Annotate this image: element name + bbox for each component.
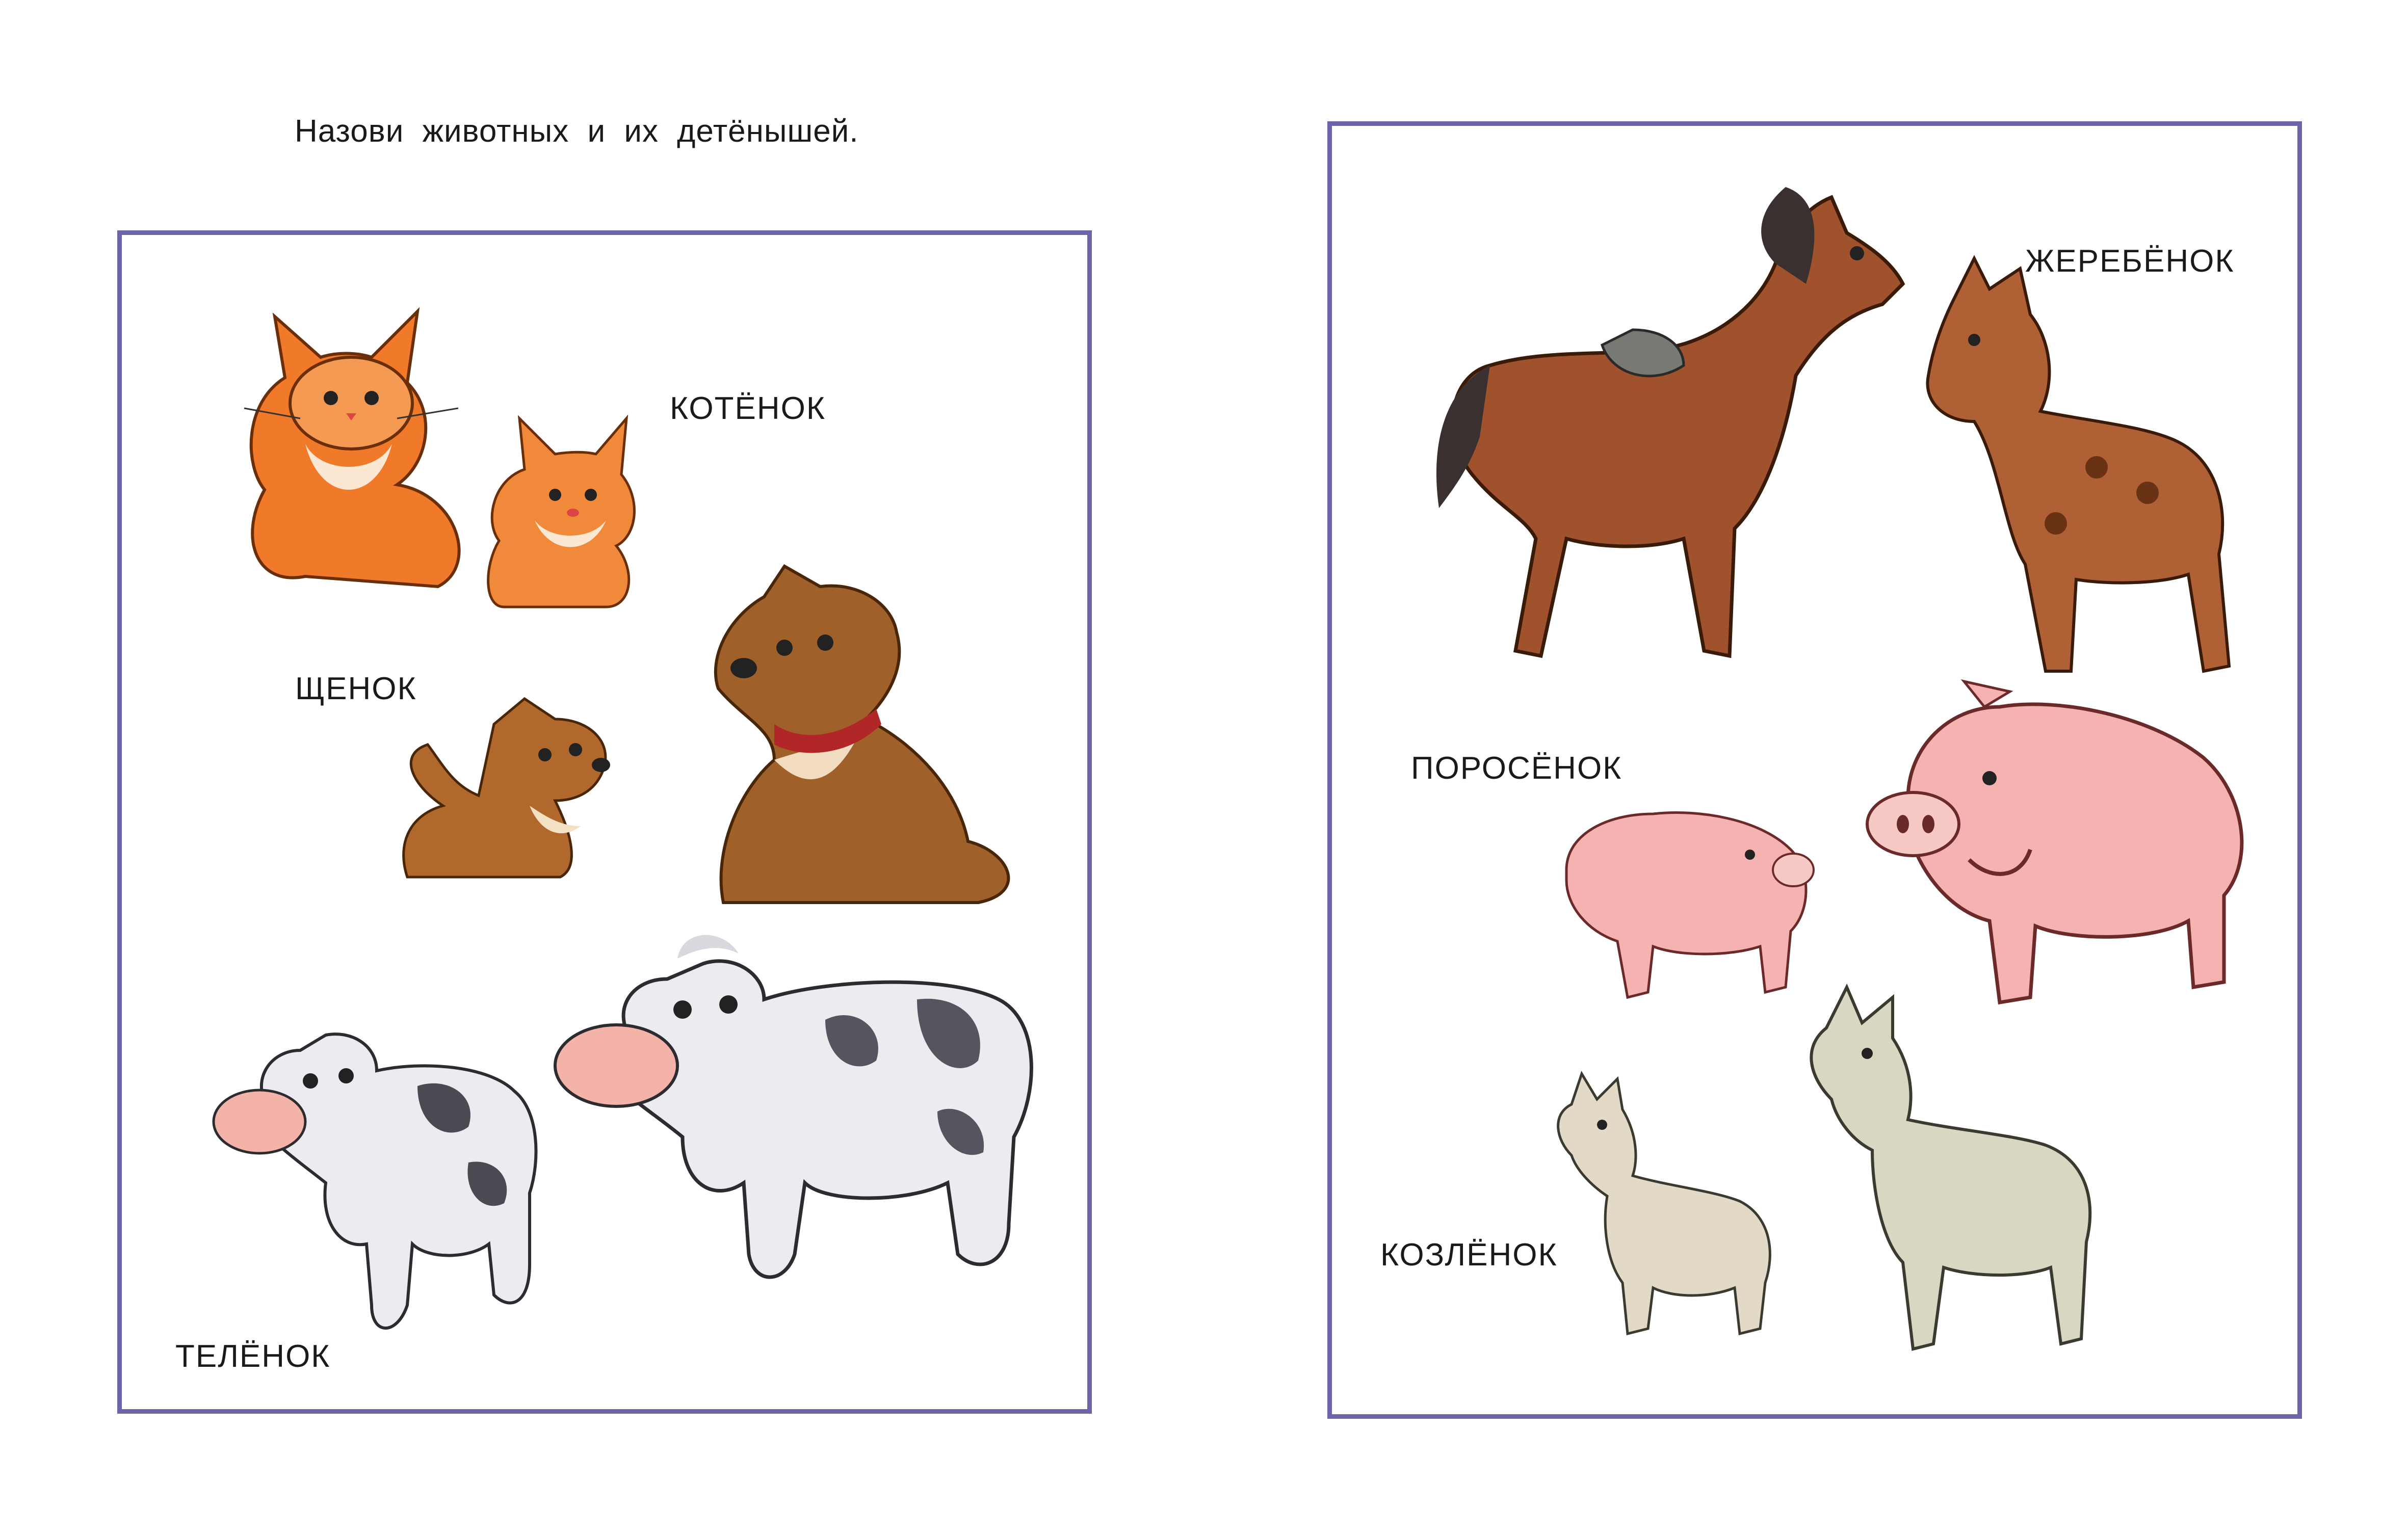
horse-illustration	[1436, 187, 1905, 658]
label-kitten: КОТЁНОК	[670, 391, 826, 426]
puppy-illustration	[402, 697, 610, 879]
kitten-illustration	[487, 414, 636, 608]
goat-illustration	[1810, 983, 2092, 1351]
calf-illustration	[212, 1033, 538, 1330]
cow-illustration	[554, 935, 1033, 1279]
goat-kid-illustration	[1557, 1071, 1771, 1336]
instruction-text: Назови животных и их детёнышей.	[295, 114, 859, 149]
dog-illustration	[714, 564, 1010, 904]
left-panel: КОТЁНОК ЩЕНОК ТЕЛЁНОК	[117, 230, 1092, 1414]
foal-illustration	[1926, 255, 2231, 673]
right-panel: ЖЕРЕБЁНОК ПОРОСЁНОК КОЗЛЁНОК	[1327, 121, 2302, 1419]
cat-illustration	[244, 307, 461, 589]
